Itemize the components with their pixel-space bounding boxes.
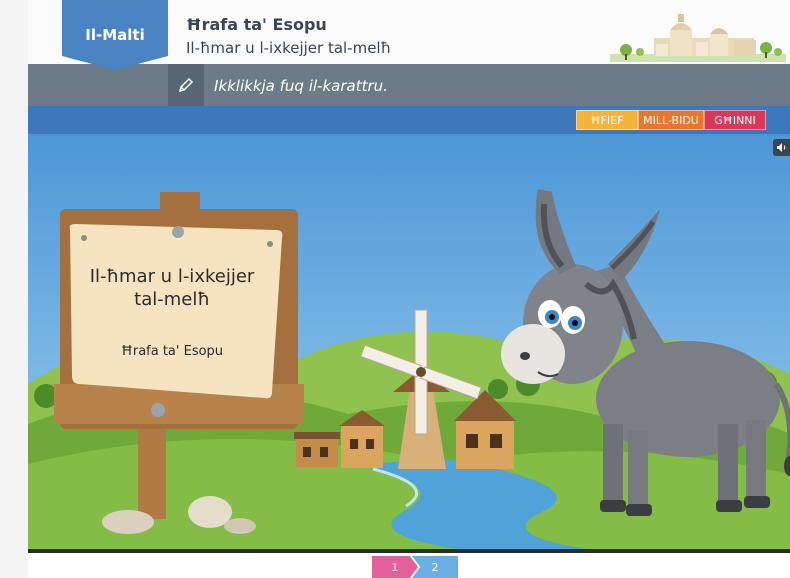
level-button-from-start[interactable]: MILL-BIDU (638, 110, 704, 130)
speaker-icon[interactable] (773, 139, 790, 156)
sign-title: Il-ħmar u l-ixkejjer tal-melħ (89, 266, 255, 310)
page-button-1[interactable]: 1 (372, 556, 418, 578)
language-tab[interactable]: Il-Malti (62, 0, 168, 70)
pagination: 1 2 (372, 556, 458, 578)
level-button-easy[interactable]: ĦFIEF (576, 110, 638, 130)
story-scene (28, 134, 790, 549)
town-illustration (610, 14, 786, 62)
instruction-text: Ikklikkja fuq il-karattru. (214, 77, 388, 95)
scene-border (28, 549, 790, 553)
scene-illustration (28, 134, 790, 549)
story-title: Il-ħmar u l-ixkejjer tal-melħ (186, 39, 392, 57)
level-button-help[interactable]: GĦINNI (704, 110, 766, 130)
series-title: Ħrafa ta' Esopu (186, 15, 327, 34)
page-button-2[interactable]: 2 (412, 556, 458, 578)
pencil-icon (168, 64, 204, 106)
instruction-bar (28, 64, 790, 106)
sign-subtitle: Ħrafa ta' Esopu (120, 344, 224, 359)
